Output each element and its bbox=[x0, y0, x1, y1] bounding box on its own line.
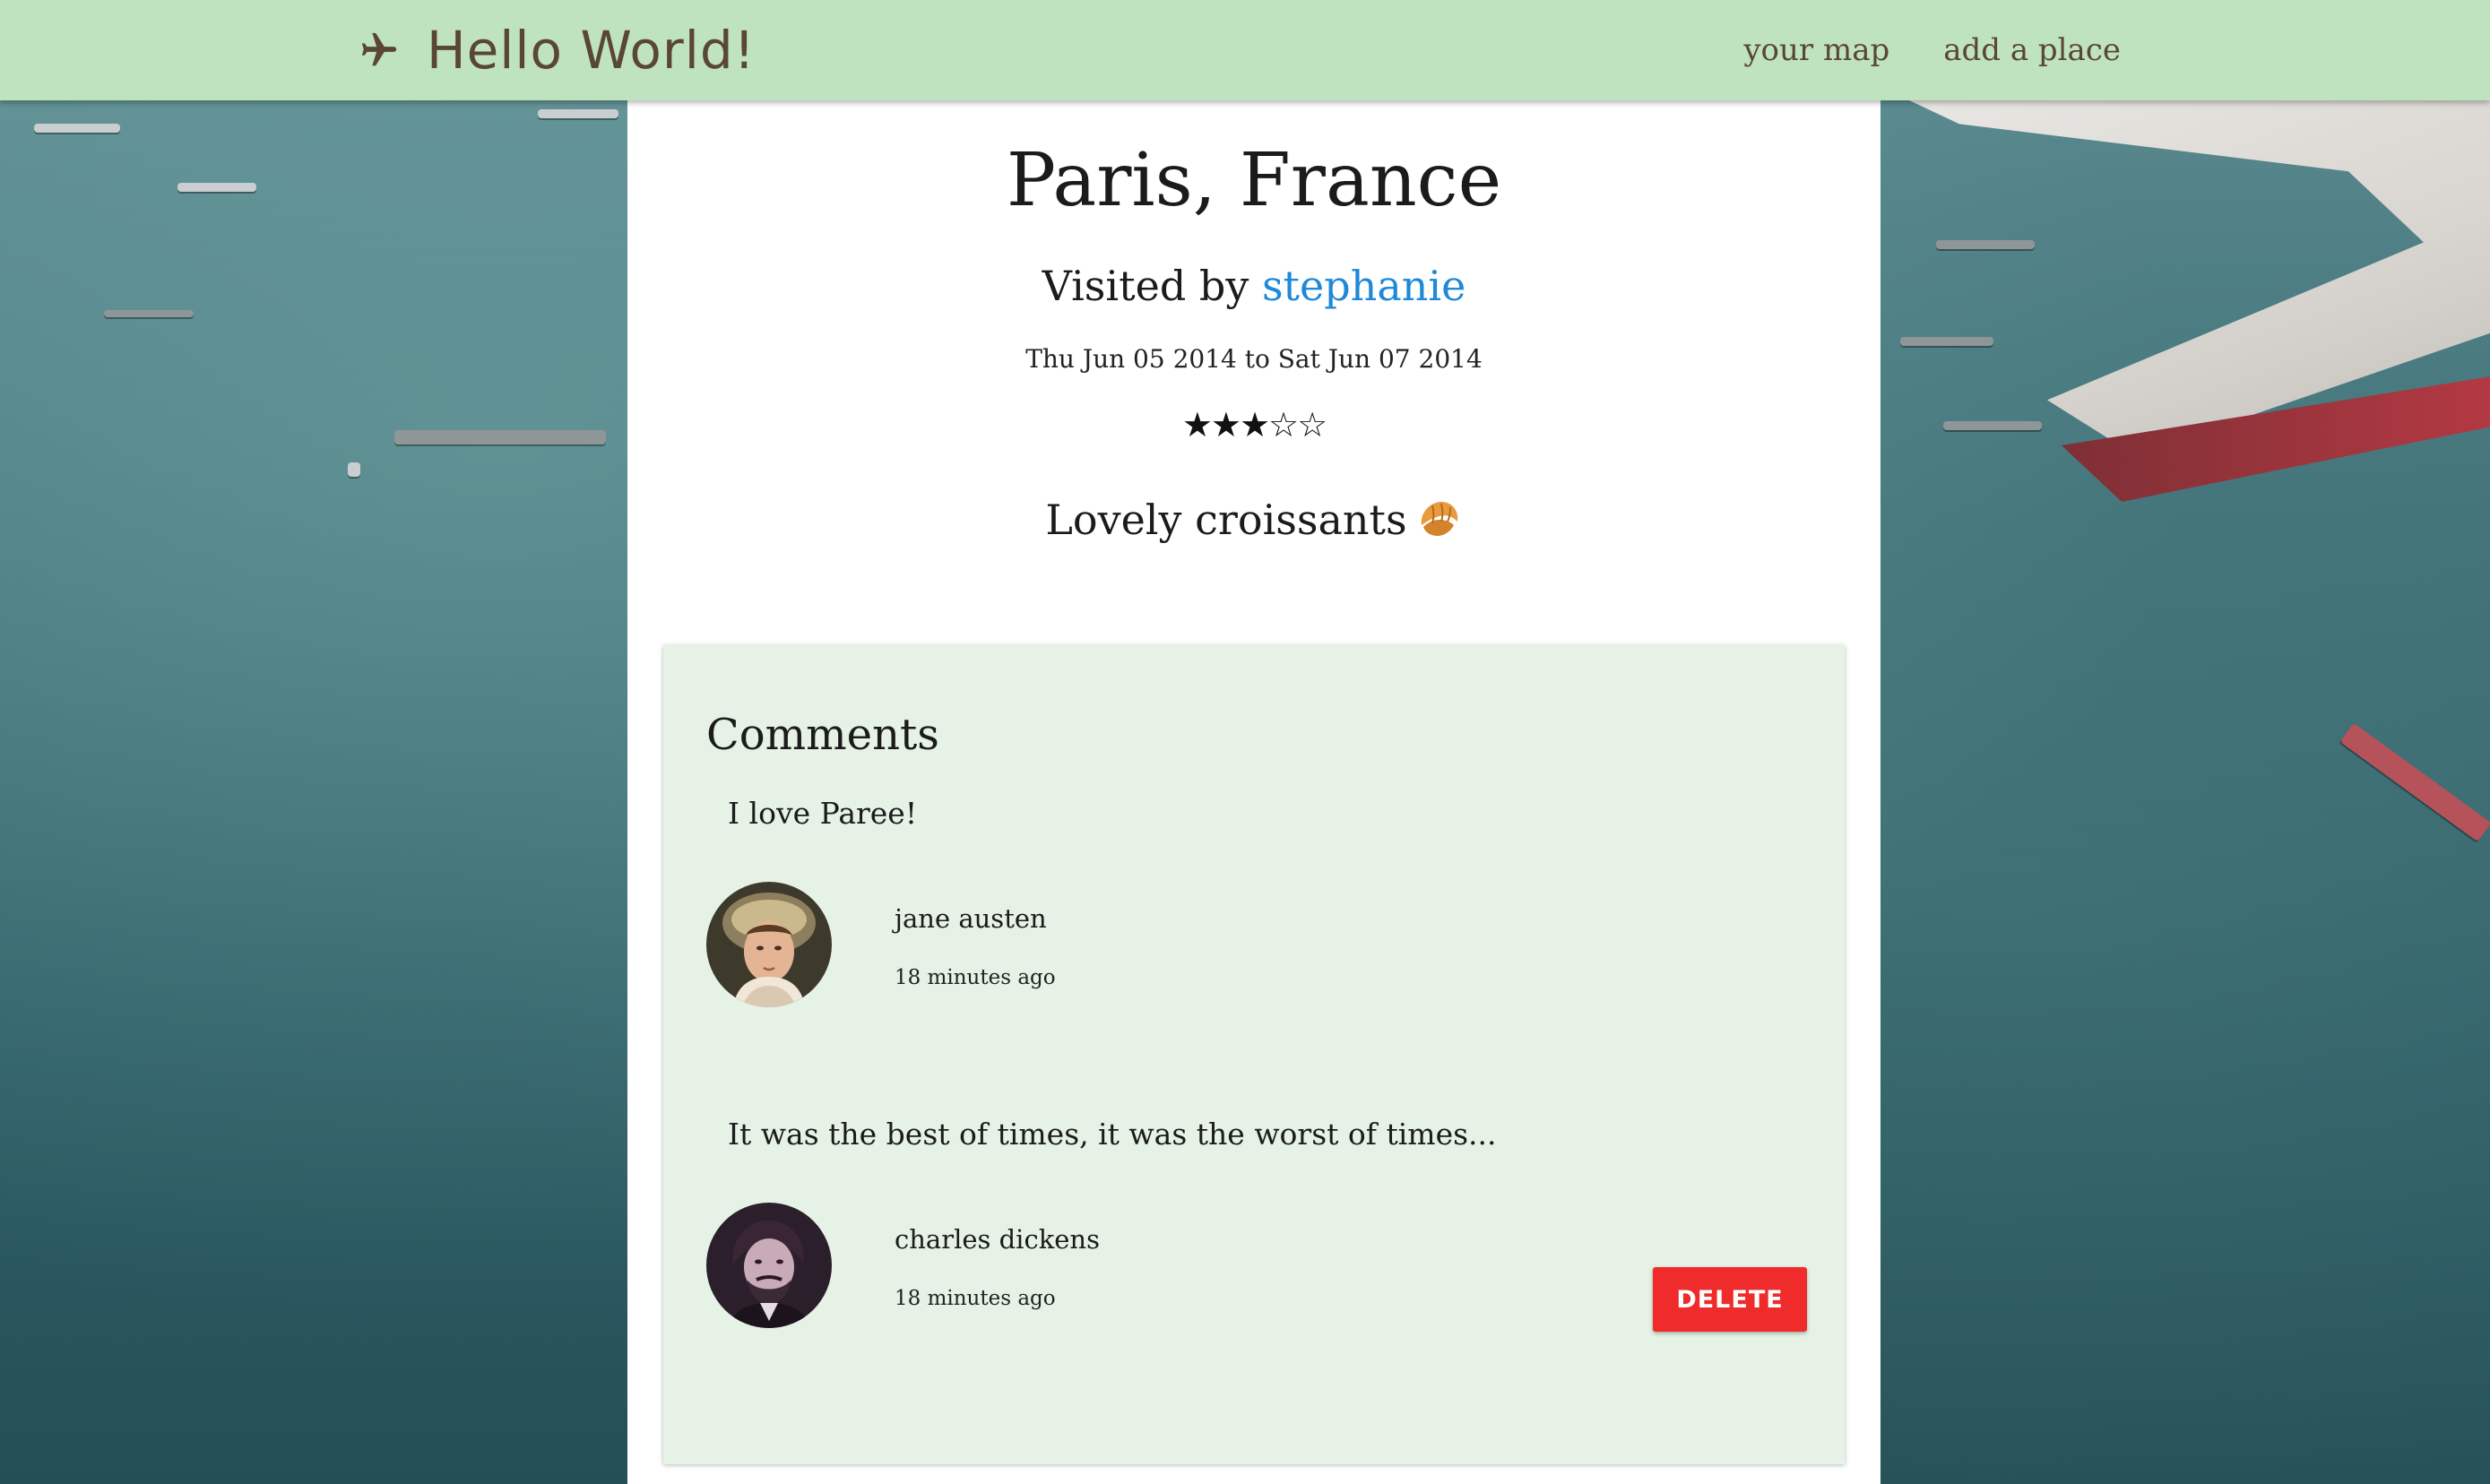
ship-graphic bbox=[1943, 421, 2042, 430]
ship-graphic bbox=[394, 430, 606, 444]
place-note: Lovely croissants bbox=[627, 495, 1880, 551]
nav-links: your map add a place bbox=[1743, 0, 2121, 100]
ship-graphic bbox=[2339, 722, 2490, 842]
brand[interactable]: Hello World! bbox=[359, 0, 756, 100]
ship-graphic bbox=[348, 462, 360, 477]
ship-graphic bbox=[34, 124, 120, 133]
comment-timestamp: 18 minutes ago bbox=[895, 966, 1056, 989]
croissant-icon bbox=[1416, 495, 1463, 551]
place-note-text: Lovely croissants bbox=[1045, 496, 1407, 544]
page-title: Paris, France bbox=[1006, 138, 1502, 223]
nav-link-add-a-place[interactable]: add a place bbox=[1943, 32, 2121, 68]
comments-panel: Comments I love Paree! jane austen 18 mi… bbox=[663, 645, 1845, 1464]
visited-by-line: Visited by stephanie bbox=[627, 262, 1880, 310]
star-rating: ★★★☆☆ bbox=[1181, 405, 1327, 444]
ship-graphic bbox=[177, 183, 256, 192]
comments-heading: Comments bbox=[706, 710, 939, 760]
visited-by-label: Visited by bbox=[1042, 262, 1262, 310]
comment-text: It was the best of times, it was the wor… bbox=[728, 1117, 1497, 1152]
comment-text: I love Paree! bbox=[728, 796, 918, 831]
ship-graphic bbox=[104, 310, 194, 317]
avatar-charles-dickens bbox=[706, 1203, 832, 1328]
comment-timestamp: 18 minutes ago bbox=[895, 1287, 1056, 1310]
avatar-jane-austen bbox=[706, 882, 832, 1007]
visitor-link[interactable]: stephanie bbox=[1262, 262, 1465, 310]
top-navbar: Hello World! your map add a place bbox=[0, 0, 2490, 100]
ship-graphic bbox=[1936, 240, 2035, 249]
place-detail-card: Paris, France Visited by stephanie Thu J… bbox=[627, 100, 1880, 1484]
visit-dates: Thu Jun 05 2014 to Sat Jun 07 2014 bbox=[1025, 344, 1483, 374]
delete-comment-button[interactable]: DELETE bbox=[1653, 1267, 1807, 1332]
comment-author: charles dickens bbox=[895, 1224, 1100, 1255]
ship-graphic bbox=[1900, 337, 1993, 346]
airplane-icon bbox=[359, 30, 400, 71]
ship-graphic bbox=[538, 109, 618, 118]
brand-title[interactable]: Hello World! bbox=[427, 20, 756, 81]
comment-author: jane austen bbox=[895, 903, 1047, 934]
nav-link-your-map[interactable]: your map bbox=[1743, 32, 1889, 68]
